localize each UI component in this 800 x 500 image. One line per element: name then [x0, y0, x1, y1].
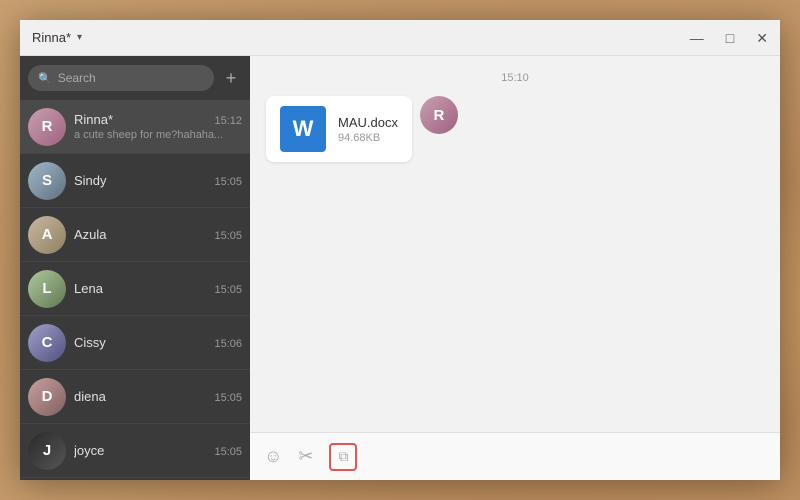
sidebar-header: 🔍 +	[20, 56, 250, 100]
contact-item-diena[interactable]: Ddiena 15:05	[20, 370, 250, 424]
word-icon: W	[280, 106, 326, 152]
contact-preview: a cute sheep for me?hahaha...	[74, 129, 242, 141]
contact-time: 15:06	[214, 338, 242, 350]
contact-name: Rinna*	[74, 112, 113, 127]
contact-time: 15:05	[214, 230, 242, 242]
message-row: W MAU.docx 94.68KB R	[266, 96, 764, 162]
contact-time: 15:05	[214, 392, 242, 404]
search-icon: 🔍	[38, 72, 52, 85]
app-window: Rinna* ▾ — □ ✕ 🔍 + R Rinna* 15:12 a cute sh…	[20, 20, 780, 480]
close-button[interactable]: ✕	[752, 29, 772, 47]
sender-avatar: R	[420, 96, 458, 134]
contact-time: 15:05	[214, 176, 242, 188]
contact-item-sofia[interactable]: SSofia15:05	[20, 478, 250, 480]
scissors-button[interactable]: ✂	[298, 446, 313, 467]
contact-item-azula[interactable]: A Azula 15:05	[20, 208, 250, 262]
chat-area: 15:10 W MAU.docx 94.68KB R	[250, 56, 780, 480]
sidebar: 🔍 + R Rinna* 15:12 a cute sheep for me?haha…	[20, 56, 250, 480]
contact-item-joyce[interactable]: Jjoyce 15:05	[20, 424, 250, 478]
avatar: L	[28, 270, 66, 308]
search-input[interactable]	[58, 71, 204, 85]
minimize-button[interactable]: —	[686, 29, 708, 47]
maximize-button[interactable]: □	[722, 29, 738, 47]
contact-item-sindy[interactable]: S Sindy 15:05	[20, 154, 250, 208]
avatar: A	[28, 216, 66, 254]
file-bubble[interactable]: W MAU.docx 94.68KB	[266, 96, 412, 162]
main-layout: 🔍 + R Rinna* 15:12 a cute sheep for me?haha…	[20, 56, 780, 480]
contact-name: joyce	[74, 443, 104, 458]
avatar: D	[28, 378, 66, 416]
search-box[interactable]: 🔍	[28, 65, 214, 91]
clipboard-button[interactable]: ⧉	[329, 443, 357, 471]
contact-time: 15:05	[214, 284, 242, 296]
contact-name: Sindy	[74, 173, 107, 188]
title-bar-left: Rinna* ▾	[20, 30, 82, 45]
chat-title: Rinna*	[32, 30, 71, 45]
chat-toolbar: ☺ ✂ ⧉	[250, 432, 780, 480]
message-time-label: 15:10	[266, 72, 764, 84]
contact-time: 15:05	[214, 446, 242, 458]
clipboard-icon: ⧉	[338, 448, 348, 465]
file-name: MAU.docx	[338, 115, 398, 130]
contact-item-lena[interactable]: L Lena 15:05	[20, 262, 250, 316]
add-contact-button[interactable]: +	[220, 67, 242, 89]
chat-messages: 15:10 W MAU.docx 94.68KB R	[250, 56, 780, 432]
title-bar-controls: — □ ✕	[686, 29, 772, 47]
contact-name: diena	[74, 389, 106, 404]
title-dropdown-icon[interactable]: ▾	[77, 32, 82, 43]
contact-item-rinna[interactable]: R Rinna* 15:12 a cute sheep for me?hahaha..…	[20, 100, 250, 154]
file-info: MAU.docx 94.68KB	[338, 115, 398, 144]
emoji-button[interactable]: ☺	[264, 446, 282, 467]
contact-time: 15:12	[214, 115, 242, 127]
contact-item-cissy[interactable]: C Cissy 15:06	[20, 316, 250, 370]
avatar: J	[28, 432, 66, 470]
contact-list: R Rinna* 15:12 a cute sheep for me?hahaha..…	[20, 100, 250, 480]
contact-name: Lena	[74, 281, 103, 296]
avatar: C	[28, 324, 66, 362]
title-bar: Rinna* ▾ — □ ✕	[20, 20, 780, 56]
file-size: 94.68KB	[338, 132, 398, 144]
contact-name: Cissy	[74, 335, 106, 350]
avatar: S	[28, 162, 66, 200]
avatar: R	[28, 108, 66, 146]
contact-name: Azula	[74, 227, 107, 242]
